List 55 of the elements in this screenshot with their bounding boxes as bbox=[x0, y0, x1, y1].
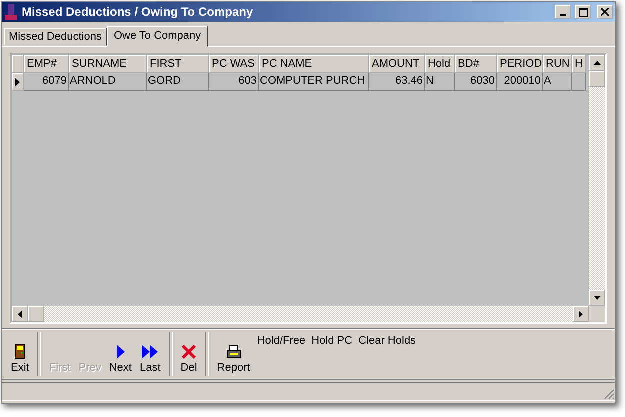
table-cell bbox=[572, 73, 586, 91]
fast-forward-icon bbox=[142, 345, 158, 359]
column-header[interactable]: PERIOD bbox=[497, 55, 543, 73]
row-pointer-icon bbox=[15, 78, 20, 86]
play-icon bbox=[116, 345, 125, 359]
table-cell: GORD bbox=[147, 73, 209, 91]
column-header[interactable]: FIRST bbox=[147, 55, 209, 73]
delete-icon bbox=[182, 345, 196, 359]
printer-icon bbox=[226, 345, 241, 359]
tab[interactable]: Owe To Company bbox=[106, 26, 208, 47]
column-header[interactable]: SURNAME bbox=[69, 55, 147, 73]
scroll-thumb[interactable] bbox=[589, 71, 605, 87]
toolbar-button[interactable]: Report bbox=[214, 332, 254, 376]
door-icon bbox=[15, 344, 26, 359]
scrollbar-corner bbox=[589, 306, 605, 322]
toolbar-button[interactable]: Last bbox=[136, 332, 164, 376]
action-button[interactable]: Hold/Free bbox=[255, 335, 308, 347]
action-button[interactable]: Clear Holds bbox=[356, 335, 418, 347]
column-header[interactable]: H bbox=[572, 55, 586, 73]
table-cell: ARNOLD bbox=[69, 73, 147, 91]
app-icon bbox=[4, 4, 18, 20]
column-header[interactable]: PC WAS bbox=[209, 55, 259, 73]
window-title: Missed Deductions / Owing To Company bbox=[22, 5, 254, 19]
column-header[interactable]: BD# bbox=[455, 55, 497, 73]
table-cell: N bbox=[425, 73, 455, 91]
maximize-icon bbox=[578, 8, 588, 16]
row-indicator[interactable] bbox=[12, 73, 24, 91]
close-button[interactable] bbox=[597, 5, 613, 19]
toolbar-button[interactable]: Next bbox=[106, 332, 135, 376]
horizontal-scrollbar[interactable] bbox=[12, 306, 605, 322]
scroll-thumb[interactable] bbox=[28, 306, 44, 322]
column-header[interactable]: EMP# bbox=[24, 55, 69, 73]
close-icon bbox=[601, 8, 609, 16]
table-cell: 63.46 bbox=[369, 73, 425, 91]
tab[interactable]: Missed Deductions bbox=[4, 28, 107, 46]
table-cell: 200010 bbox=[497, 73, 543, 91]
maximize-button[interactable] bbox=[575, 5, 591, 19]
up-arrow-icon bbox=[594, 61, 600, 65]
toolbar-button[interactable]: Exit bbox=[8, 332, 32, 376]
column-header[interactable]: RUN bbox=[543, 55, 572, 73]
action-button[interactable]: Hold PC bbox=[310, 335, 355, 347]
table-cell: 6079 bbox=[24, 73, 69, 91]
vertical-scrollbar[interactable] bbox=[589, 55, 605, 306]
left-arrow-icon bbox=[18, 310, 22, 318]
table-cell: 603 bbox=[209, 73, 259, 91]
column-header[interactable]: PC NAME bbox=[259, 55, 369, 73]
minimize-button[interactable] bbox=[555, 5, 571, 19]
toolbar-button[interactable]: Del bbox=[178, 332, 200, 376]
down-arrow-icon bbox=[594, 296, 600, 300]
table-cell: COMPUTER PURCH bbox=[259, 73, 369, 91]
right-arrow-icon bbox=[579, 310, 583, 318]
column-header[interactable]: Hold bbox=[425, 55, 455, 73]
table-cell: A bbox=[543, 73, 572, 91]
column-header[interactable]: AMOUNT bbox=[369, 55, 425, 73]
table-cell: 6030 bbox=[455, 73, 497, 91]
